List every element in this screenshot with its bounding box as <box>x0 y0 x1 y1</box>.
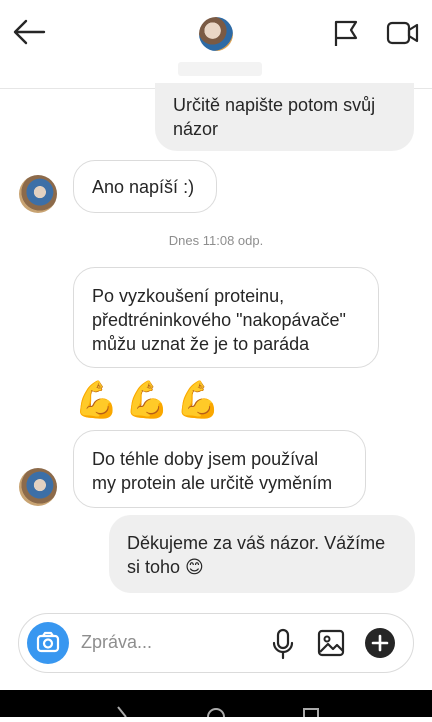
flexed-biceps-emoji: 💪 <box>175 379 221 420</box>
flag-icon[interactable] <box>332 19 360 47</box>
incoming-message[interactable]: Ano napíší :) <box>73 160 217 213</box>
message-input[interactable]: Zpráva... <box>81 632 152 653</box>
system-navigation-bar <box>0 690 432 722</box>
contact-name-redacted[interactable] <box>178 62 262 76</box>
incoming-message[interactable]: Do téhle doby jsem používal my protein a… <box>73 430 366 508</box>
message-timestamp: Dnes 11:08 odp. <box>168 233 264 248</box>
image-icon[interactable] <box>317 629 345 657</box>
navigation-buttons-icon <box>117 706 319 722</box>
microphone-icon[interactable] <box>271 628 295 660</box>
incoming-message[interactable]: Po vyzkoušení proteinu, předtréninkového… <box>73 267 379 368</box>
outgoing-message[interactable]: Určitě napište potom svůj názor <box>155 83 414 151</box>
emoji-message[interactable]: 💪 💪 💪 <box>74 380 220 420</box>
sender-avatar[interactable] <box>19 468 57 506</box>
flexed-biceps-emoji: 💪 <box>124 379 170 420</box>
video-call-icon[interactable] <box>386 20 420 46</box>
chat-header <box>0 0 432 89</box>
flexed-biceps-emoji: 💪 <box>74 379 119 420</box>
contact-avatar[interactable] <box>199 17 233 51</box>
back-arrow-icon[interactable] <box>12 18 46 46</box>
add-button[interactable] <box>365 628 395 658</box>
sender-avatar[interactable] <box>19 175 57 213</box>
message-composer: Zpráva... <box>18 613 414 673</box>
plus-icon <box>371 634 389 652</box>
camera-button[interactable] <box>27 622 69 664</box>
camera-icon <box>36 631 60 653</box>
outgoing-message[interactable]: Děkujeme za váš názor. Vážíme si toho 😊 <box>109 515 415 593</box>
